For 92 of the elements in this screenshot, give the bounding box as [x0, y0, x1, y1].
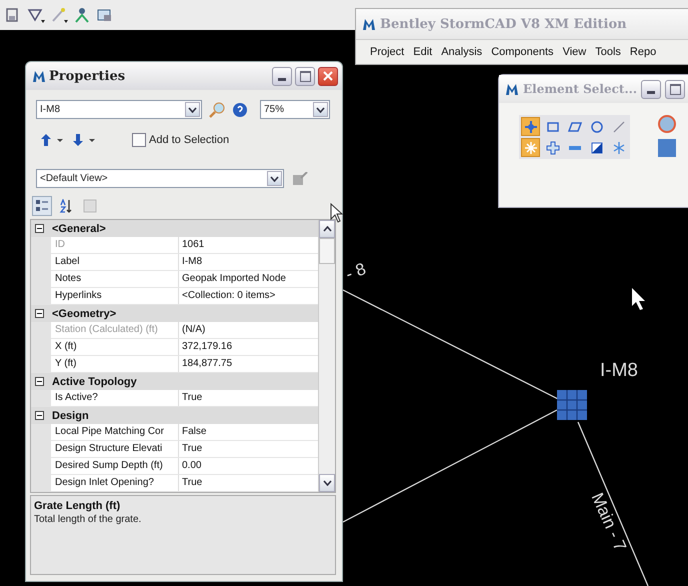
maximize-button[interactable]: [295, 66, 315, 86]
add-to-selection-checkbox[interactable]: Add to Selection: [132, 133, 230, 147]
property-name: Y (ft): [51, 356, 179, 372]
description-title: Grate Length (ft): [34, 500, 122, 512]
view-dropdown[interactable]: <Default View>: [36, 169, 284, 188]
menu-item[interactable]: Tools: [595, 46, 621, 58]
collapse-toggle[interactable]: [35, 224, 44, 233]
logo-icon: [362, 18, 376, 30]
minimize-button[interactable]: [641, 80, 661, 98]
close-button[interactable]: [318, 66, 338, 86]
property-value[interactable]: True: [179, 475, 318, 491]
description-text: Total length of the grate.: [34, 514, 142, 525]
property-value[interactable]: True: [179, 441, 318, 457]
zoom-dropdown[interactable]: 75%: [260, 100, 330, 119]
caret-icon: [188, 106, 197, 112]
property-name: X (ft): [51, 339, 179, 355]
property-name: Local Pipe Matching Cor: [51, 424, 179, 440]
list-icon: [35, 199, 49, 213]
property-value[interactable]: 1061: [179, 237, 318, 253]
category-header[interactable]: Design: [52, 410, 89, 422]
menu-item[interactable]: Project: [370, 46, 404, 58]
scroll-up-icon[interactable]: [322, 226, 332, 232]
parallelogram-icon: [568, 120, 582, 134]
element-dropdown[interactable]: I-M8: [36, 100, 202, 119]
wand-icon[interactable]: [50, 7, 68, 23]
filter-icon[interactable]: [27, 7, 45, 23]
inlet-node-icon[interactable]: [556, 389, 588, 421]
help-icon[interactable]: [232, 102, 248, 118]
menu-item[interactable]: View: [562, 46, 586, 58]
window-title: Bentley StormCAD V8 XM Edition: [380, 16, 627, 32]
property-name: ID: [51, 237, 179, 253]
rectangle-icon: [546, 120, 560, 134]
cursor-icon: [330, 203, 344, 223]
menu-item[interactable]: Repo: [630, 46, 656, 58]
property-name: Notes: [51, 271, 179, 287]
no-select-icon[interactable]: [658, 115, 676, 133]
logo-icon: [32, 70, 46, 82]
property-name: Desired Sump Depth (ft): [51, 458, 179, 474]
property-value[interactable]: True: [179, 390, 318, 406]
pipe-label: Main - 7: [586, 490, 630, 554]
caret-icon: [316, 106, 325, 112]
menu-item[interactable]: Components: [491, 46, 554, 58]
property-name: Hyperlinks: [51, 288, 179, 304]
collapse-toggle[interactable]: [35, 309, 44, 318]
menu-item[interactable]: Edit: [413, 46, 432, 58]
menu-item[interactable]: Analysis: [441, 46, 482, 58]
line-icon: [612, 120, 626, 134]
collapse-toggle[interactable]: [35, 411, 44, 420]
category-header[interactable]: <Geometry>: [52, 308, 116, 320]
property-name: Design Inlet Opening?: [51, 475, 179, 491]
half-square-icon: [590, 140, 604, 154]
property-name: Station (Calculated) (ft): [51, 322, 179, 338]
people-icon[interactable]: [73, 7, 91, 23]
caret-icon: [270, 176, 279, 182]
cursor-icon: [632, 288, 645, 310]
spark-icon: [524, 140, 538, 154]
logo-icon: [505, 82, 519, 96]
category-header[interactable]: <General>: [52, 222, 106, 234]
scroll-down-icon[interactable]: [322, 480, 332, 486]
circle-icon: [590, 120, 604, 134]
scroll-thumb[interactable]: [319, 238, 335, 264]
cross-icon: [546, 140, 560, 154]
sort-icon: [59, 199, 73, 213]
window-title: Properties: [49, 68, 126, 84]
window-icon[interactable]: [96, 7, 114, 23]
scrollbar[interactable]: [318, 220, 335, 492]
pipe-label: - 8: [343, 259, 369, 285]
property-value[interactable]: Geopak Imported Node: [179, 271, 318, 287]
property-value[interactable]: 372,179.16: [179, 339, 318, 355]
node-label: I-M8: [600, 360, 638, 382]
property-name: Is Active?: [51, 390, 179, 406]
property-value[interactable]: <Collection: 0 items>: [179, 288, 318, 304]
maximize-button[interactable]: [665, 80, 685, 98]
property-value[interactable]: False: [179, 424, 318, 440]
property-name: Label: [51, 254, 179, 270]
down-arrow-icon[interactable]: [72, 133, 96, 147]
window-title: Element Select...: [523, 82, 637, 96]
collapse-toggle[interactable]: [35, 377, 44, 386]
property-value[interactable]: (N/A): [179, 322, 318, 338]
snowflake-icon: [612, 140, 626, 154]
spark-tool-button[interactable]: [521, 138, 540, 157]
close-icon: [323, 71, 333, 81]
minimize-button[interactable]: [272, 66, 292, 86]
property-value[interactable]: I-M8: [179, 254, 318, 270]
up-arrow-icon[interactable]: [40, 133, 64, 147]
point-icon: [524, 120, 538, 134]
property-name: Design Structure Elevati: [51, 441, 179, 457]
property-value[interactable]: 0.00: [179, 458, 318, 474]
property-value[interactable]: 184,877.75: [179, 356, 318, 372]
categorized-view-button[interactable]: [32, 196, 52, 216]
point-tool-button[interactable]: [521, 117, 540, 136]
page-icon: [83, 199, 97, 213]
